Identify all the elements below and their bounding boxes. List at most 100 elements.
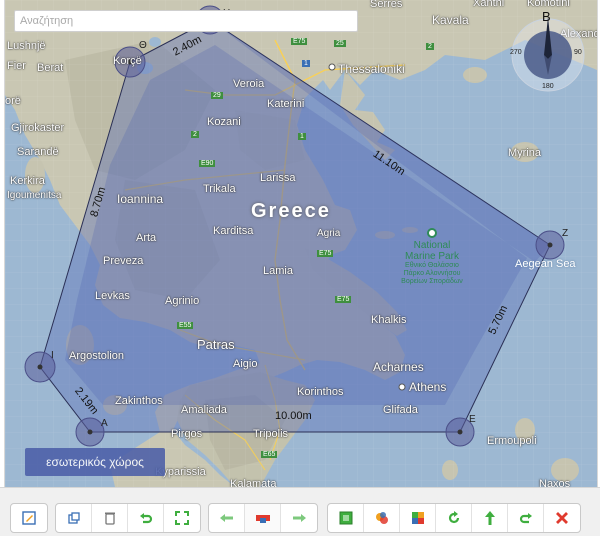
sea-label: Aegean Sea (515, 258, 576, 270)
arrow-right-icon (293, 514, 306, 522)
park-label: National Marine Park Εθνικό Θαλάσσιο Πάρ… (392, 240, 472, 286)
city-label: Patras (197, 337, 235, 352)
close-button[interactable] (544, 504, 580, 532)
rotate-icon (448, 511, 459, 524)
edit-button[interactable] (11, 504, 47, 532)
copy-icon (67, 512, 80, 524)
move-left-button[interactable] (209, 504, 245, 532)
compass-west-label: 270 (510, 49, 522, 56)
road-shield: 2 (426, 43, 434, 50)
move-right-button[interactable] (281, 504, 317, 532)
move-up-button[interactable] (472, 504, 508, 532)
city-label: orë (5, 95, 21, 107)
road-shield: 25 (334, 40, 346, 47)
select-area-button[interactable] (328, 504, 364, 532)
toolbar-group-tools (327, 503, 581, 533)
rotate-button[interactable] (436, 504, 472, 532)
city-label: Amaliada (181, 404, 227, 416)
layers-icon (411, 512, 424, 524)
city-label: Berat (37, 62, 64, 74)
city-label: Agrinio (165, 295, 200, 307)
vertex-label: E (469, 414, 476, 425)
city-label: Lamia (263, 265, 293, 277)
vertex-label: I (51, 350, 54, 361)
city-label: Kerkira (10, 175, 45, 187)
search-input[interactable] (14, 10, 358, 32)
city-label: Preveza (103, 255, 144, 267)
city-label: Tripolis (253, 428, 289, 440)
road-shield: 2 (191, 131, 199, 138)
city-label: Korinthos (297, 386, 344, 398)
compass-north-label: B (542, 9, 551, 24)
city-label: Veroia (233, 78, 265, 90)
city-label: Larissa (260, 172, 296, 184)
road-shield: E75 (291, 38, 308, 45)
city-label: Korçë (113, 55, 142, 67)
city-label: Igoumenitsa (7, 190, 62, 201)
city-label: Zakinthos (115, 395, 163, 407)
city-label: Komotini (527, 0, 570, 9)
park-greek-line3: Βορείων Σποράδων (401, 278, 463, 285)
park-greek-line2: Πάρκο Αλοννήσου (403, 270, 461, 277)
city-label: Xanthi (473, 0, 505, 9)
colors-button[interactable] (364, 504, 400, 532)
delete-button[interactable] (92, 504, 128, 532)
edit-icon (22, 511, 36, 525)
city-label: Myrina (508, 147, 542, 159)
compass[interactable]: B 90 180 270 (508, 9, 588, 95)
city-label: Ioannina (117, 192, 164, 206)
city-label: Aigio (233, 358, 258, 370)
palette-icon (375, 512, 388, 524)
city-label: Kalamata (230, 478, 277, 487)
road-shield: 1 (302, 60, 310, 67)
undo-icon (139, 513, 152, 524)
vertex-label: A (101, 418, 108, 429)
city-label: Kozani (207, 116, 241, 128)
arrow-left-icon (219, 514, 233, 522)
road-shield: 29 (211, 92, 223, 99)
city-label: Karditsa (213, 225, 254, 237)
road-shield: E75 (335, 296, 352, 303)
vertex-label: Z (562, 228, 569, 239)
compass-east-label: 90 (574, 49, 582, 56)
city-label: Agria (317, 228, 341, 239)
city-label: Sarandë (17, 146, 59, 158)
toolbar-group-navigate (208, 503, 318, 533)
toolbar-group-edit (10, 503, 48, 533)
vertex-label: Θ (139, 40, 147, 51)
city-label: Levkas (95, 290, 130, 302)
toolbar (0, 487, 600, 536)
arrow-up-icon (484, 511, 495, 525)
city-label: Serres (370, 0, 403, 10)
city-label: Athens (409, 380, 447, 394)
city-label: Naxos (539, 478, 571, 487)
city-label: Acharnes (373, 360, 424, 374)
road-shield: E55 (177, 322, 194, 329)
city-label: Ermoupoli (487, 435, 537, 447)
city-label: Kavala (432, 13, 469, 27)
layers-button[interactable] (400, 504, 436, 532)
compass-south-label: 180 (542, 83, 554, 90)
edge-measurement: 10.00m (275, 410, 312, 422)
road-shield: 1 (298, 133, 306, 140)
room-label[interactable]: εσωτερικός χώρος (25, 448, 165, 476)
city-label: Lushnjë (7, 40, 46, 52)
park-name-line2: Marine Park (405, 251, 459, 262)
door-icon (255, 515, 270, 523)
redo-icon (519, 513, 532, 524)
undo-button[interactable] (128, 504, 164, 532)
trash-icon (104, 512, 115, 525)
city-label: Argostolion (69, 350, 125, 362)
fullscreen-button[interactable] (164, 504, 200, 532)
fullscreen-icon (175, 511, 189, 525)
city-label: Glifada (383, 404, 418, 416)
map-view[interactable]: E75 25 2 1 29 E90 E65 1 E75 E75 E55 2 Lu… (4, 0, 598, 487)
park-greek-line1: Εθνικό Θαλάσσιο (405, 262, 459, 269)
square-icon (339, 511, 352, 525)
toolbar-group-object (55, 503, 201, 533)
city-label: Pirgos (171, 428, 203, 440)
redo-button[interactable] (508, 504, 544, 532)
door-button[interactable] (245, 504, 281, 532)
road-shield: E65 (261, 451, 278, 458)
copy-button[interactable] (56, 504, 92, 532)
